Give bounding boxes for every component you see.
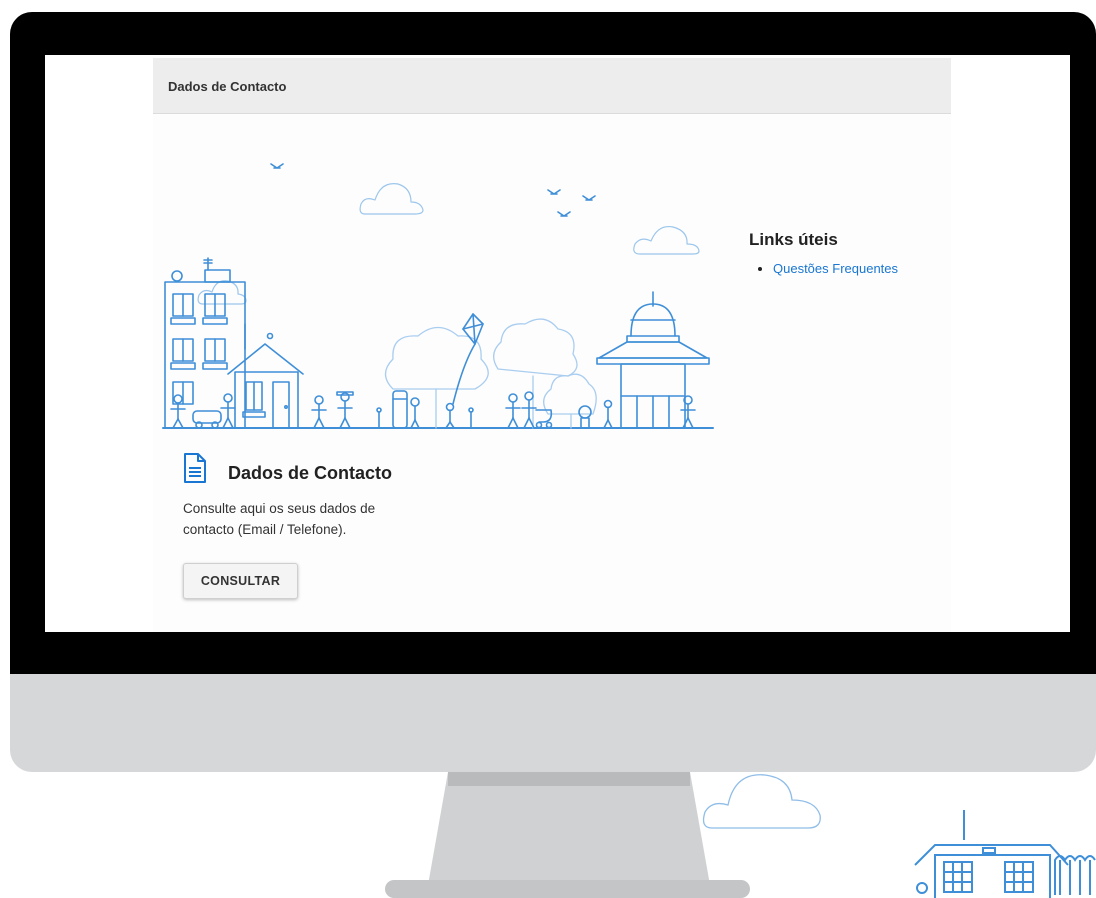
tree-illustration — [384, 318, 597, 429]
person-icon — [336, 391, 354, 429]
kiosk-illustration — [596, 291, 710, 429]
consultar-button[interactable]: CONSULTAR — [183, 563, 298, 599]
person-icon — [311, 395, 327, 429]
page-header: Dados de Contacto — [153, 58, 951, 114]
faq-link[interactable]: Questões Frequentes — [773, 261, 898, 276]
person-icon — [505, 393, 521, 429]
cloud-icon — [359, 182, 424, 215]
person-icon — [410, 397, 420, 429]
page-title: Dados de Contacto — [168, 79, 287, 94]
links-title: Links úteis — [749, 230, 838, 249]
card-title: Dados de Contacto — [228, 463, 393, 483]
bird-icon — [270, 163, 284, 169]
city-illustration — [162, 163, 714, 429]
list-item: Questões Frequentes — [773, 261, 898, 276]
person-icon — [680, 395, 696, 429]
house-illustration — [227, 332, 304, 429]
kite-icon — [452, 313, 484, 405]
bird-icon — [582, 195, 596, 201]
main-content: Dados de Contacto Consulte aqui os seus … — [153, 114, 951, 632]
person-icon — [220, 393, 236, 429]
bird-icon — [557, 211, 571, 217]
links-list: Questões Frequentes — [773, 261, 898, 276]
house-icon — [914, 810, 1096, 898]
cloud-icon — [702, 774, 821, 829]
cloud-icon — [633, 225, 700, 255]
card-description: Consulte aqui os seus dados de contacto … — [183, 501, 376, 537]
person-icon — [445, 402, 455, 429]
person-icon — [603, 399, 613, 429]
person-icon — [521, 391, 537, 429]
document-icon — [184, 453, 206, 483]
bird-icon — [547, 189, 561, 195]
screen: Dados de Contacto Dados de Contacto Cons… — [45, 55, 1070, 632]
